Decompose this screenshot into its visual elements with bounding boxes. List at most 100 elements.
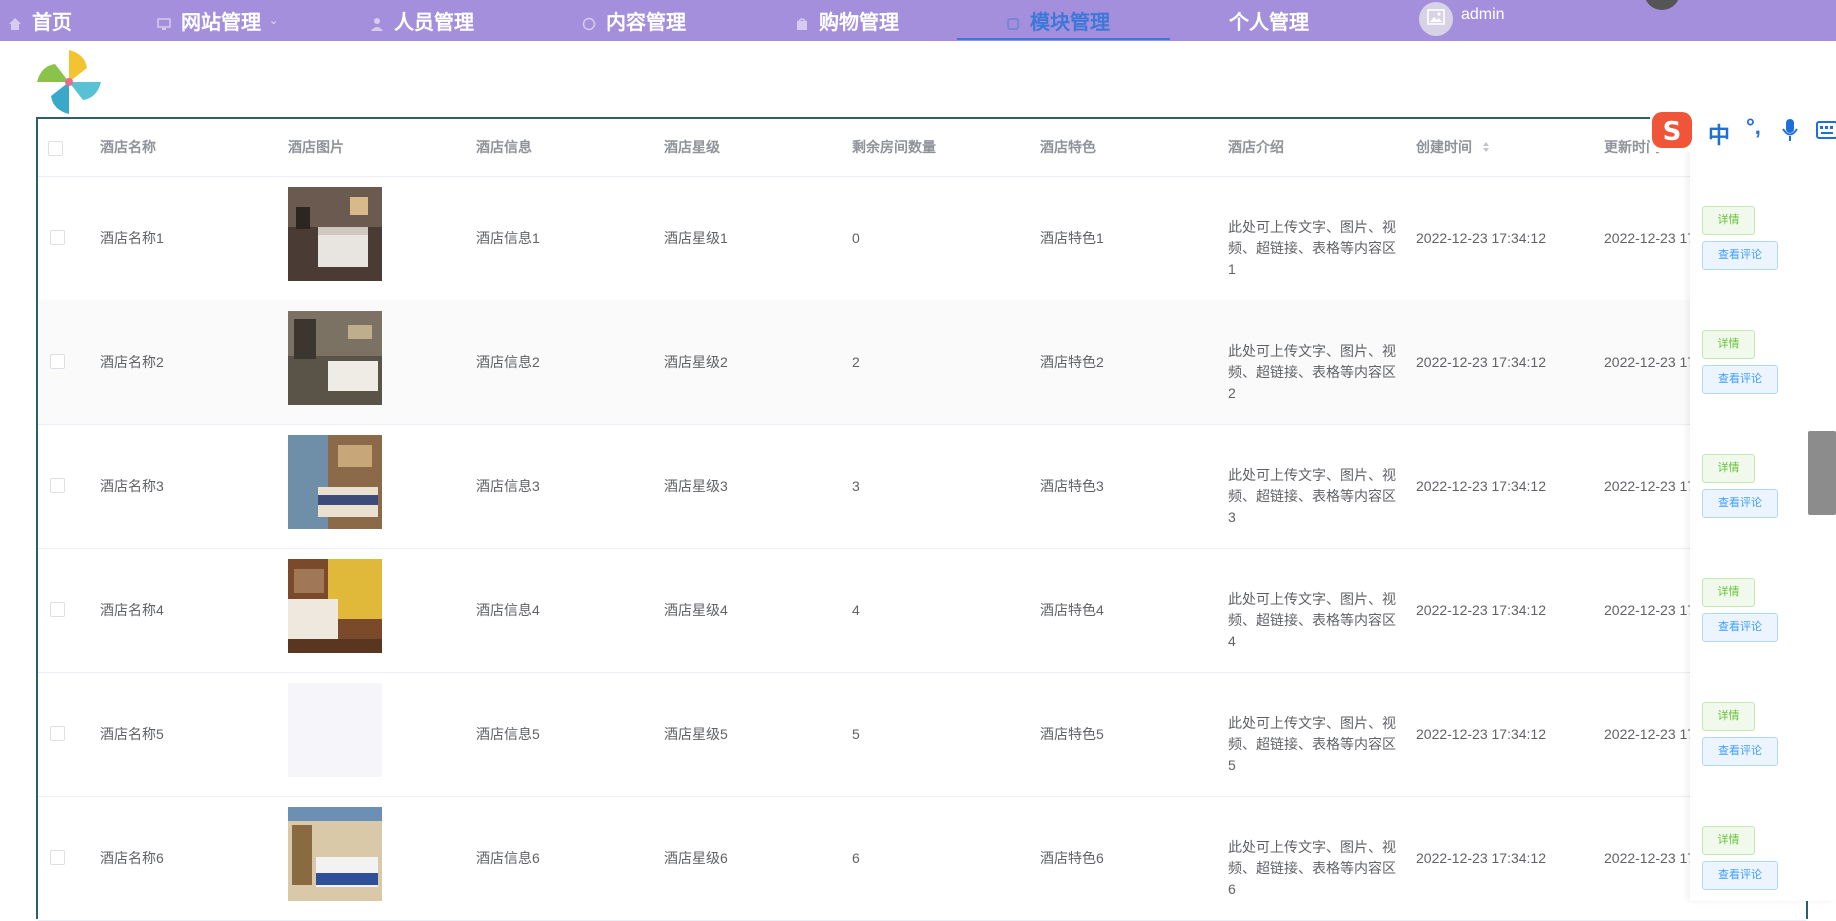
hotel-intro: 此处可上传文字、图片、视 频、超链接、表格等内容区4 [1228, 589, 1398, 652]
intro-line: 此处可上传文字、图片、视 [1228, 467, 1396, 483]
row-checkbox[interactable] [50, 850, 65, 865]
hotel-name: 酒店名称3 [100, 478, 164, 494]
microphone-icon[interactable] [1780, 118, 1800, 142]
column-header-feature: 酒店特色 [1040, 139, 1096, 155]
row-checkbox[interactable] [50, 602, 65, 617]
hotel-feature: 酒店特色4 [1040, 602, 1104, 618]
hotel-rooms: 3 [852, 478, 860, 494]
intro-line: 频、超链接、表格等内容区6 [1228, 860, 1396, 897]
window-control[interactable] [1644, 0, 1680, 10]
detail-button[interactable]: 详情 [1702, 826, 1755, 855]
updated-time: 2022-12-23 17 [1604, 354, 1696, 370]
intro-line: 此处可上传文字、图片、视 [1228, 715, 1396, 731]
created-time: 2022-12-23 17:34:12 [1416, 230, 1546, 246]
hotel-rooms: 0 [852, 230, 860, 246]
ime-punctuation-toggle[interactable]: °, [1746, 114, 1761, 140]
image-icon [1427, 8, 1445, 30]
intro-line: 此处可上传文字、图片、视 [1228, 343, 1396, 359]
select-all-checkbox[interactable] [48, 141, 63, 156]
keyboard-icon[interactable] [1816, 120, 1836, 140]
updated-time: 2022-12-23 17 [1604, 478, 1696, 494]
chevron-down-icon: ⌄ [269, 15, 279, 27]
avatar[interactable] [1419, 2, 1453, 36]
hotel-rooms: 6 [852, 850, 860, 866]
view-reviews-button[interactable]: 查看评论 [1702, 861, 1778, 890]
column-header-name: 酒店名称 [100, 139, 156, 155]
intro-line: 频、超链接、表格等内容区3 [1228, 488, 1396, 525]
hotel-star: 酒店星级6 [664, 850, 728, 866]
nav-item-label: 网站管理 [181, 12, 261, 34]
hotel-image[interactable] [288, 559, 382, 653]
view-reviews-button[interactable]: 查看评论 [1702, 489, 1778, 518]
ime-toolbar: S 中 °, [1650, 108, 1836, 152]
column-header-image: 酒店图片 [288, 139, 344, 155]
nav-item-shopping[interactable]: 购物管理 [795, 0, 899, 41]
hotel-image[interactable] [288, 311, 382, 405]
row-checkbox[interactable] [50, 478, 65, 493]
hotel-intro: 此处可上传文字、图片、视 频、超链接、表格等内容区2 [1228, 341, 1398, 404]
detail-button[interactable]: 详情 [1702, 578, 1755, 607]
row-checkbox[interactable] [50, 726, 65, 741]
row-checkbox[interactable] [50, 354, 65, 369]
table-row: 酒店名称5 酒店信息5 酒店星级5 5 酒店特色5 此处可上传文字、图片、视 频… [38, 672, 1806, 797]
hotel-feature: 酒店特色6 [1040, 850, 1104, 866]
hotel-image[interactable] [288, 435, 382, 529]
detail-button[interactable]: 详情 [1702, 206, 1755, 235]
view-reviews-button[interactable]: 查看评论 [1702, 737, 1778, 766]
vertical-scrollbar[interactable] [1808, 431, 1836, 515]
hotel-info: 酒店信息2 [476, 354, 540, 370]
nav-item-personnel[interactable]: 人员管理 [370, 0, 474, 41]
detail-button[interactable]: 详情 [1702, 702, 1755, 731]
view-reviews-button[interactable]: 查看评论 [1702, 365, 1778, 394]
hotel-rooms: 4 [852, 602, 860, 618]
ime-language-toggle[interactable]: 中 [1708, 118, 1730, 150]
svg-text:S: S [1663, 117, 1682, 147]
home-icon [8, 14, 22, 30]
hotel-star: 酒店星级2 [664, 354, 728, 370]
nav-item-label: 首页 [32, 12, 72, 34]
intro-line: 频、超链接、表格等内容区4 [1228, 612, 1396, 649]
hotel-name: 酒店名称6 [100, 850, 164, 866]
hotel-name: 酒店名称5 [100, 726, 164, 742]
active-tab-underline [957, 38, 1170, 40]
intro-line: 此处可上传文字、图片、视 [1228, 839, 1396, 855]
hotel-image[interactable] [288, 807, 382, 901]
nav-item-personal[interactable]: 个人管理 [1229, 0, 1309, 41]
intro-line: 此处可上传文字、图片、视 [1228, 219, 1396, 235]
row-checkbox[interactable] [50, 230, 65, 245]
created-time: 2022-12-23 17:34:12 [1416, 850, 1546, 866]
sogou-logo-icon[interactable]: S [1650, 110, 1694, 150]
nav-item-content[interactable]: 内容管理 [582, 0, 686, 41]
nav-item-label: 人员管理 [394, 12, 474, 34]
hotel-star: 酒店星级3 [664, 478, 728, 494]
hotel-intro: 此处可上传文字、图片、视 频、超链接、表格等内容区6 [1228, 837, 1398, 900]
hotel-rooms: 5 [852, 726, 860, 742]
table-row: 酒店名称2 酒店信息2 酒店星级2 2 酒店特色2 此处可上传文字、图片、视 频… [38, 300, 1806, 425]
view-reviews-button[interactable]: 查看评论 [1702, 613, 1778, 642]
created-time: 2022-12-23 17:34:12 [1416, 478, 1546, 494]
module-icon [1006, 14, 1020, 30]
sort-icon[interactable] [1482, 120, 1490, 177]
created-time: 2022-12-23 17:34:12 [1416, 726, 1546, 742]
intro-line: 频、超链接、表格等内容区2 [1228, 364, 1396, 401]
user-name[interactable]: admin [1461, 0, 1505, 30]
column-header-created[interactable]: 创建时间 [1416, 119, 1490, 176]
table-row: 酒店名称3 酒店信息3 酒店星级3 3 酒店特色3 此处可上传文字、图片、视 频… [38, 424, 1806, 549]
hotel-feature: 酒店特色2 [1040, 354, 1104, 370]
table-row: 酒店名称1 酒店信息1 酒店星级1 0 酒店特色1 此处可上传文字、图片、视 频… [38, 176, 1806, 301]
view-reviews-button[interactable]: 查看评论 [1702, 241, 1778, 270]
created-time: 2022-12-23 17:34:12 [1416, 602, 1546, 618]
document-icon [582, 14, 596, 30]
hotel-image[interactable] [288, 683, 382, 777]
hotel-image[interactable] [288, 187, 382, 281]
hotel-info: 酒店信息6 [476, 850, 540, 866]
nav-item-home[interactable]: 首页 [8, 0, 72, 41]
nav-item-website[interactable]: 网站管理 ⌄ [157, 0, 278, 41]
detail-button[interactable]: 详情 [1702, 330, 1755, 359]
detail-button[interactable]: 详情 [1702, 454, 1755, 483]
column-header-created-label: 创建时间 [1416, 139, 1472, 155]
nav-item-module[interactable]: 模块管理 [1006, 0, 1110, 41]
column-header-intro: 酒店介绍 [1228, 139, 1284, 155]
hotel-info: 酒店信息1 [476, 230, 540, 246]
hotel-star: 酒店星级1 [664, 230, 728, 246]
